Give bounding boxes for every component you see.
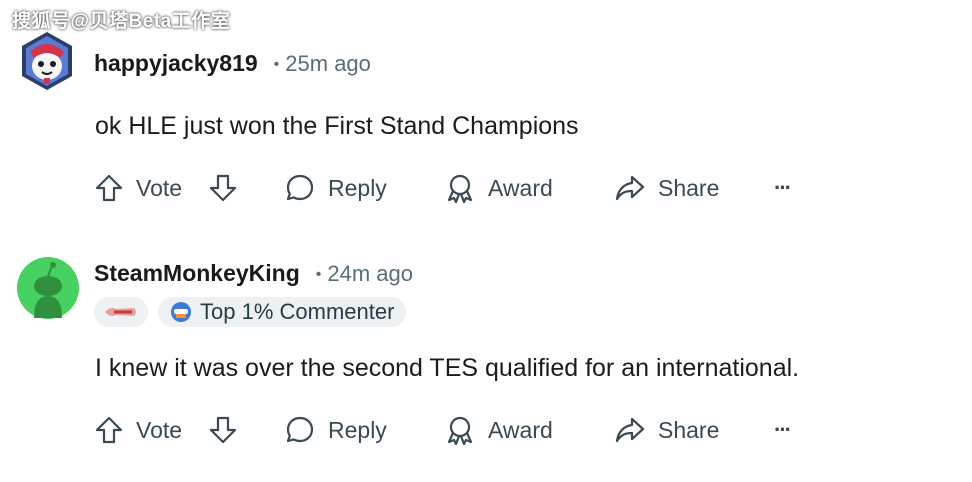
avatar[interactable] <box>16 30 78 92</box>
award-icon <box>447 416 473 446</box>
arrow-down-icon <box>209 174 237 202</box>
award-icon <box>447 174 473 204</box>
share-button[interactable]: Share <box>614 168 719 208</box>
comment-text: I knew it was over the second TES qualif… <box>95 354 800 382</box>
share-arrow-icon <box>615 175 645 201</box>
more-icon: ··· <box>774 417 792 442</box>
separator-dot: • <box>315 266 322 283</box>
award-label: Award <box>488 416 553 443</box>
achievement-icon <box>171 302 191 322</box>
comment-text: ok HLE just won the First Stand Champion… <box>95 112 579 140</box>
comment-bubble-icon <box>286 174 314 201</box>
share-arrow-icon <box>615 417 645 443</box>
timestamp[interactable]: 25m ago <box>285 51 371 77</box>
downvote-button[interactable] <box>208 168 238 208</box>
comment-bubble-icon <box>286 416 314 443</box>
timestamp[interactable]: 24m ago <box>327 261 413 287</box>
avatar[interactable] <box>16 256 79 319</box>
more-options-button[interactable]: ··· <box>774 168 792 208</box>
downvote-button[interactable] <box>208 410 238 450</box>
arrow-up-icon <box>95 174 123 202</box>
more-icon: ··· <box>774 175 792 200</box>
username[interactable]: happyjacky819 <box>94 50 258 77</box>
flair-logo-icon <box>105 308 136 316</box>
badge-label: Top 1% Commenter <box>200 299 395 324</box>
award-button[interactable]: Award <box>444 410 553 450</box>
award-label: Award <box>488 174 553 201</box>
upvote-button[interactable]: Vote <box>94 410 182 450</box>
reply-button[interactable]: Reply <box>284 168 387 208</box>
avatar-icon <box>22 32 72 90</box>
share-label: Share <box>658 416 720 443</box>
more-options-button[interactable]: ··· <box>774 410 792 450</box>
arrow-down-icon <box>209 416 237 444</box>
separator-dot: • <box>273 56 280 73</box>
vote-label: Vote <box>136 174 183 201</box>
share-button[interactable]: Share <box>614 410 719 450</box>
reply-label: Reply <box>328 174 387 201</box>
snoo-avatar-icon <box>17 257 79 319</box>
comment-meta: happyjacky819 • 25m ago <box>94 50 371 77</box>
reply-button[interactable]: Reply <box>284 410 387 450</box>
top-commenter-badge: Top 1% Commenter <box>158 297 407 327</box>
watermark: 搜狐号@贝塔Beta工作室 <box>12 11 231 32</box>
comment-meta: SteamMonkeyKing • 24m ago <box>94 260 413 287</box>
flair-badge <box>94 297 148 327</box>
user-badges: Top 1% Commenter <box>94 297 407 327</box>
upvote-button[interactable]: Vote <box>94 168 182 208</box>
arrow-up-icon <box>95 416 123 444</box>
vote-label: Vote <box>136 416 183 443</box>
share-label: Share <box>658 174 720 201</box>
award-button[interactable]: Award <box>444 168 553 208</box>
username[interactable]: SteamMonkeyKing <box>94 260 300 287</box>
reply-label: Reply <box>328 416 387 443</box>
